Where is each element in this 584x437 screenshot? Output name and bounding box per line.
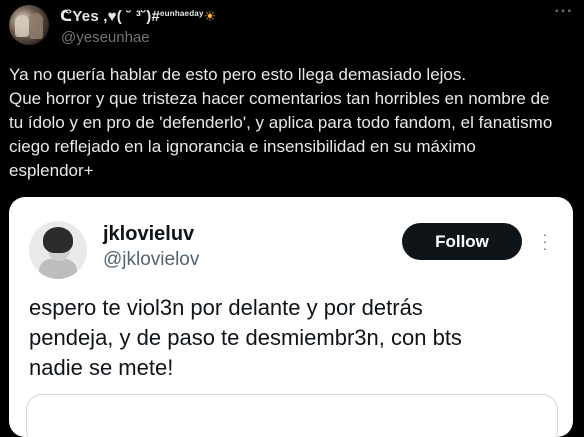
- embed-quoted-card-edge: [26, 394, 558, 437]
- embed-text-line: pendeja, y de paso te desmiembr3n, con b…: [29, 325, 462, 350]
- embed-display-name: jklovieluv: [103, 223, 195, 245]
- tweet-text-line: tu ídolo y en pro de 'defenderlo', y apl…: [9, 113, 553, 132]
- tweet-text-line: ciego reflejado en la ignorancia e insen…: [9, 137, 476, 156]
- embed-avatar: [29, 221, 87, 279]
- avatar-body: [39, 259, 77, 279]
- tweet-text-line: esplendor+: [9, 161, 94, 180]
- display-name-text: ᕦYes ,♥( ˘ ³˘)#: [60, 8, 160, 25]
- avatar-figure-left: [15, 15, 29, 37]
- avatar-hair: [43, 227, 73, 253]
- embed-handle: @jklovielov: [103, 249, 200, 270]
- embed-text-line: nadie se mete!: [29, 355, 174, 380]
- tweet-text-line: Ya no quería hablar de esto pero esto ll…: [9, 65, 467, 84]
- tweet-text-line: Que horror y que tristeza hacer comentar…: [9, 89, 550, 108]
- more-horizontal-icon[interactable]: ···: [552, 4, 576, 24]
- embedded-tweet-image[interactable]: jklovieluv @jklovielov Follow · · · espero…: [9, 197, 573, 437]
- embed-text: espero te viol3n por delante y por detrá…: [29, 293, 559, 383]
- follow-button: Follow: [402, 223, 522, 260]
- sun-emoji-icon: ☀: [203, 8, 217, 24]
- display-name-suffix: eunhaeday: [160, 9, 204, 18]
- avatar-figure-right: [29, 13, 43, 39]
- embed-text-line: espero te viol3n por delante y por detrá…: [29, 295, 423, 320]
- author-display-name[interactable]: ᕦYes ,♥( ˘ ³˘)#eunhaeday☀: [60, 7, 216, 25]
- tweet: ᕦYes ,♥( ˘ ³˘)#eunhaeday☀ @yeseunhae ···…: [0, 0, 584, 437]
- more-vertical-icon: · · ·: [542, 226, 548, 256]
- author-handle[interactable]: @yeseunhae: [61, 29, 150, 46]
- author-avatar[interactable]: [9, 5, 49, 45]
- tweet-text: Ya no quería hablar de esto pero esto ll…: [9, 63, 574, 183]
